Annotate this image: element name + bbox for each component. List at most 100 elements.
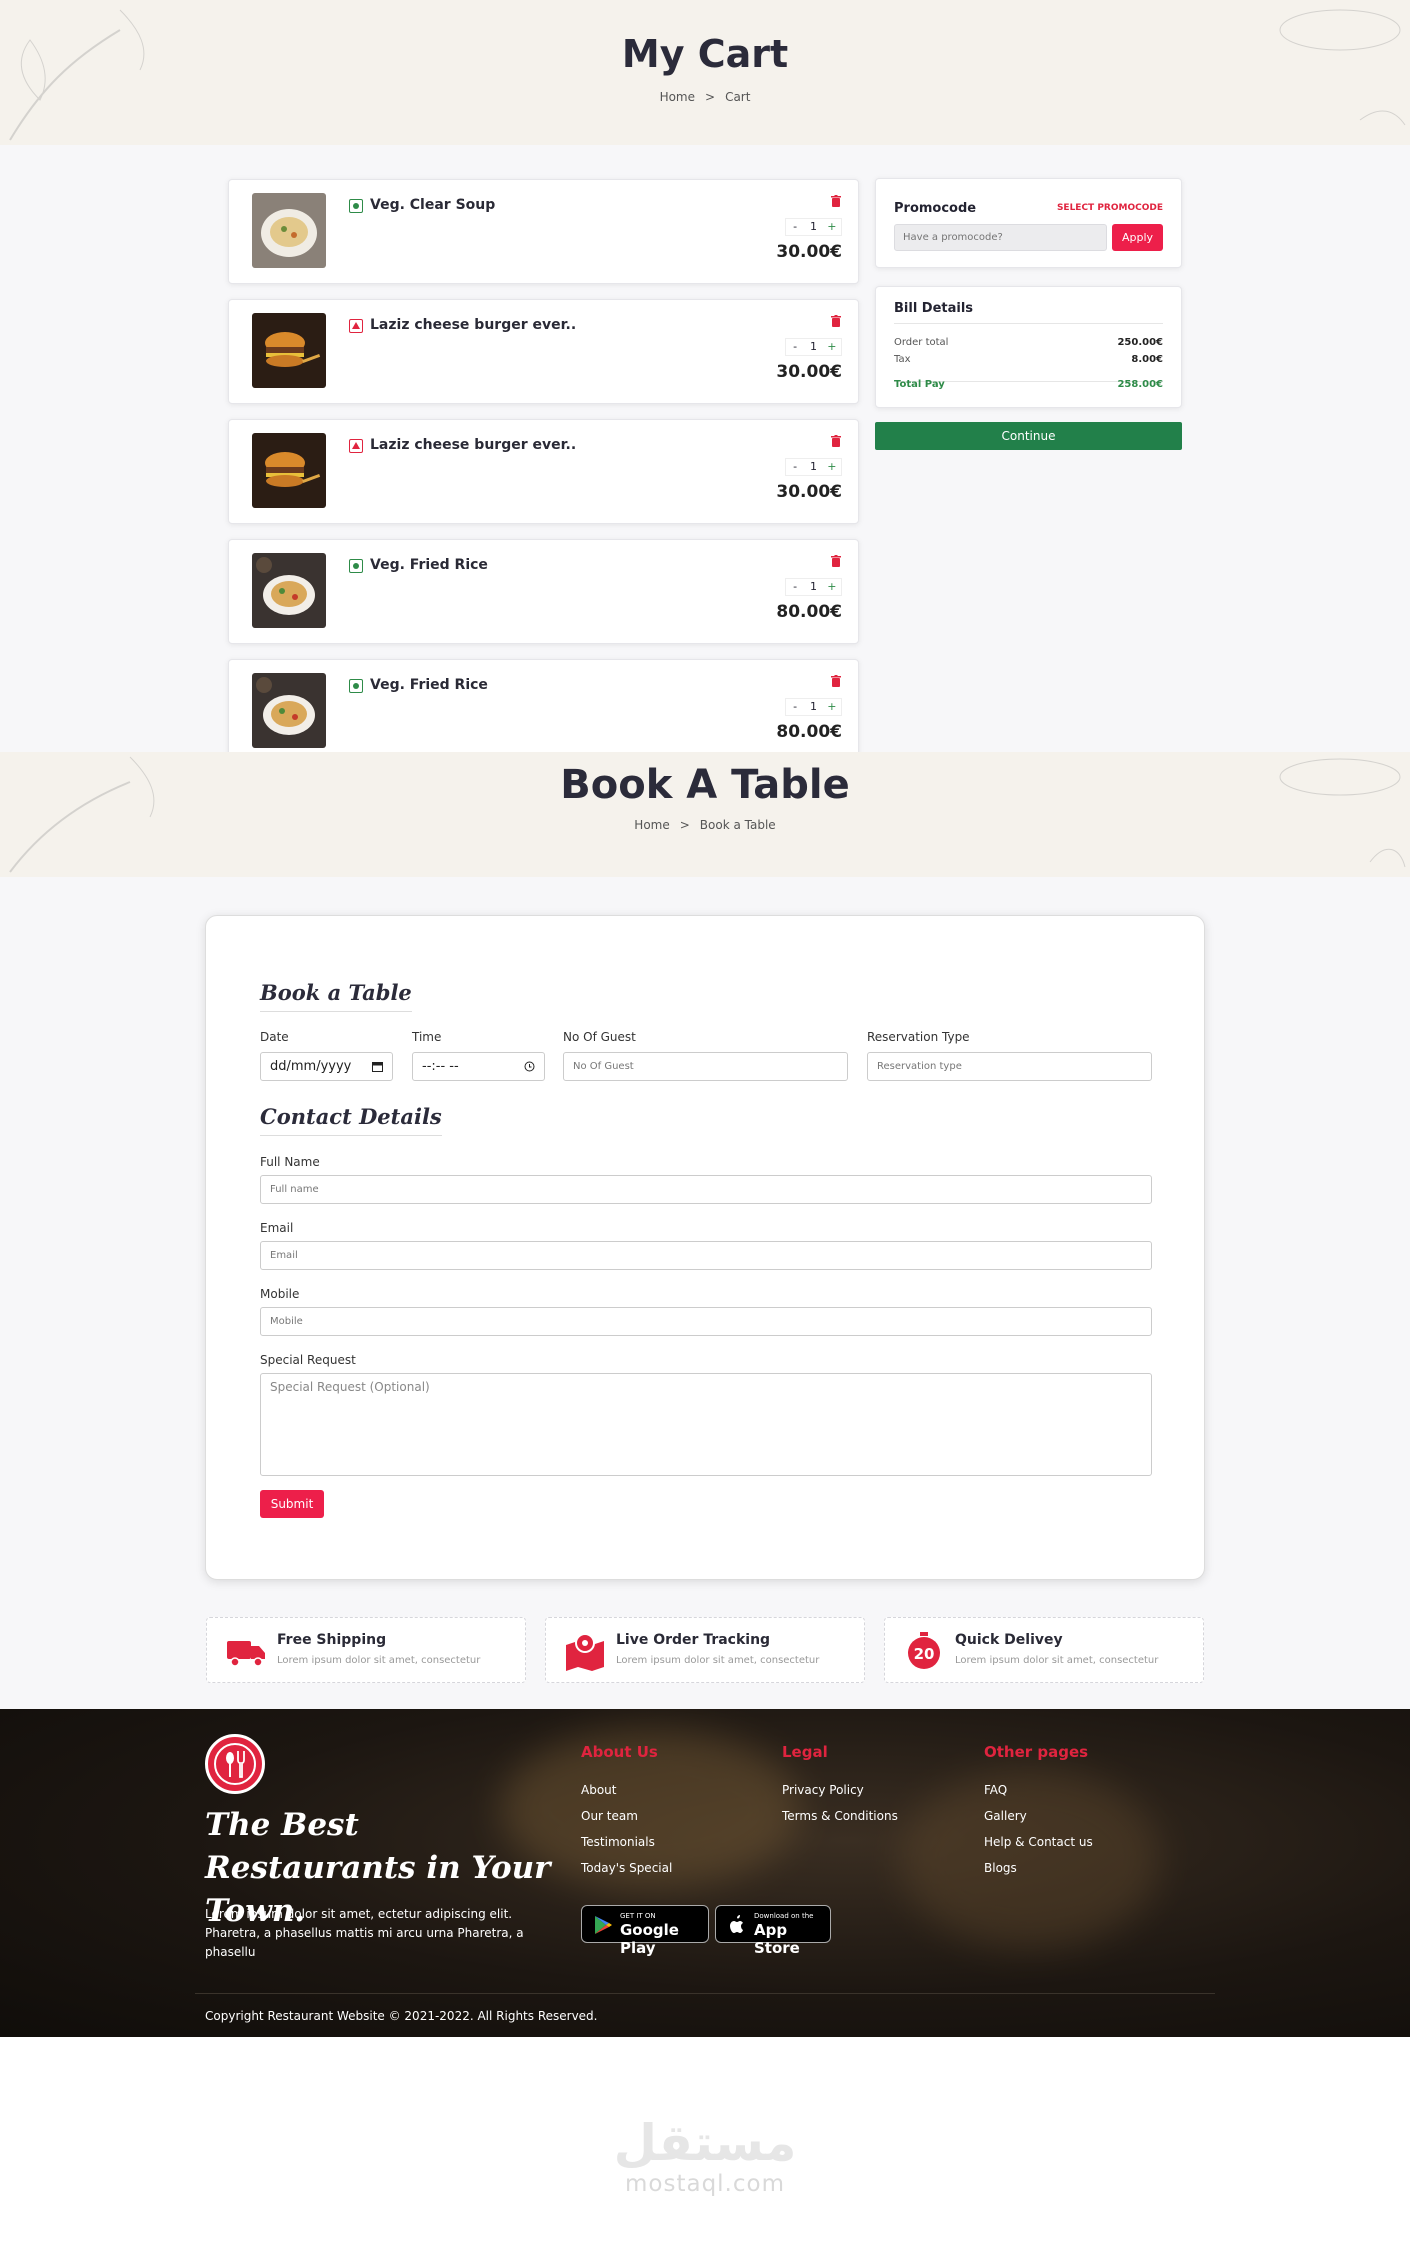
quantity-stepper: -1 +: [785, 698, 842, 716]
footer-divider: [195, 1993, 1215, 1994]
footer-link-help[interactable]: Help & Contact us: [984, 1835, 1093, 1849]
veg-icon: [349, 679, 363, 693]
quantity-value: 1: [809, 700, 817, 713]
footer-link-privacy[interactable]: Privacy Policy: [782, 1783, 898, 1797]
footer-text: Lorem ipsum dolor sit amet, ectetur adip…: [205, 1907, 524, 1959]
tax-value: 8.00€: [1131, 354, 1163, 365]
special-request-textarea[interactable]: Special Request (Optional): [260, 1373, 1152, 1476]
non-veg-icon: [349, 439, 363, 453]
feature-card: Live Order Tracking Lorem ipsum dolor si…: [545, 1617, 865, 1683]
promocode-input[interactable]: [894, 224, 1107, 251]
footer-link-faq[interactable]: FAQ: [984, 1783, 1093, 1797]
app-store-label: App Store: [754, 1921, 800, 1957]
page-title: Book A Table: [560, 762, 850, 808]
select-promocode-link[interactable]: SELECT PROMOCODE: [1057, 203, 1163, 213]
apple-icon: [730, 1915, 743, 1933]
full-name-input[interactable]: Full name: [260, 1175, 1152, 1204]
other-pages-column: Other pages FAQ Gallery Help & Contact u…: [984, 1743, 1093, 1887]
apply-button[interactable]: Apply: [1112, 224, 1163, 251]
trash-icon[interactable]: [831, 195, 841, 207]
cart-banner: My Cart Home > Cart: [0, 0, 1410, 145]
footer-link-blogs[interactable]: Blogs: [984, 1861, 1093, 1875]
timer-badge: 20: [914, 1645, 935, 1663]
total-pay-value: 258.00€: [1117, 379, 1163, 390]
item-price: 30.00€: [776, 482, 842, 502]
submit-button[interactable]: Submit: [260, 1490, 324, 1518]
continue-button[interactable]: Continue: [875, 422, 1182, 450]
mobile-label: Mobile: [260, 1287, 300, 1301]
cart-item: Veg. Clear Soup -1 + 30.00€: [228, 179, 859, 284]
breadcrumb-home[interactable]: Home: [660, 90, 695, 104]
quantity-stepper: -1 +: [785, 218, 842, 236]
map-pin-icon: [566, 1633, 604, 1671]
time-input[interactable]: --:-- --: [412, 1052, 545, 1081]
feature-desc: Lorem ipsum dolor sit amet, consectetur: [277, 1655, 481, 1666]
trash-icon[interactable]: [831, 315, 841, 327]
item-price: 80.00€: [776, 602, 842, 622]
divider: [894, 323, 1163, 324]
calendar-icon[interactable]: [372, 1061, 383, 1072]
breadcrumb-home[interactable]: Home: [634, 818, 669, 832]
order-total-label: Order total: [894, 337, 949, 348]
increment-button[interactable]: +: [823, 219, 841, 235]
app-store-small: Download on the: [754, 1912, 814, 1920]
promocode-card: Promocode SELECT PROMOCODE Apply: [875, 178, 1182, 268]
increment-button[interactable]: +: [823, 459, 841, 475]
increment-button[interactable]: +: [823, 579, 841, 595]
decrement-button[interactable]: -: [786, 219, 804, 235]
feature-desc: Lorem ipsum dolor sit amet, consectetur: [955, 1655, 1159, 1666]
other-pages-heading: Other pages: [984, 1743, 1089, 1761]
reservation-type-input[interactable]: Reservation type: [867, 1052, 1152, 1081]
date-input[interactable]: dd/mm/yyyy: [260, 1052, 393, 1081]
footer-link-gallery[interactable]: Gallery: [984, 1809, 1093, 1823]
order-total-row: Order total 250.00€: [894, 337, 1163, 348]
truck-icon: [227, 1641, 265, 1667]
decrement-button[interactable]: -: [786, 579, 804, 595]
time-value: --:-- --: [422, 1059, 459, 1074]
increment-button[interactable]: +: [823, 339, 841, 355]
increment-button[interactable]: +: [823, 699, 841, 715]
total-pay-row: Total Pay 258.00€: [894, 379, 1163, 390]
trash-icon[interactable]: [831, 555, 841, 567]
item-image: [252, 193, 326, 268]
watermark: مستقل mostaql.com: [0, 2115, 1410, 2197]
decrement-button[interactable]: -: [786, 459, 804, 475]
quantity-value: 1: [809, 460, 817, 473]
non-veg-icon: [349, 319, 363, 333]
cart-item: Veg. Fried Rice -1 + 80.00€: [228, 539, 859, 644]
veg-icon: [349, 199, 363, 213]
item-image: [252, 313, 326, 388]
trash-icon[interactable]: [831, 675, 841, 687]
feature-card: 20 Quick Delivey Lorem ipsum dolor sit a…: [884, 1617, 1204, 1683]
footer-link-todays-special[interactable]: Today's Special: [581, 1861, 672, 1875]
item-image: [252, 553, 326, 628]
decrement-button[interactable]: -: [786, 699, 804, 715]
footer-link-about[interactable]: About: [581, 1783, 672, 1797]
legal-column: Legal Privacy Policy Terms & Conditions: [782, 1743, 898, 1835]
app-store-button[interactable]: Download on the App Store: [715, 1905, 831, 1957]
mobile-input[interactable]: Mobile: [260, 1307, 1152, 1336]
cart-item: Laziz cheese burger ever.. -1 + 30.00€: [228, 419, 859, 524]
breadcrumb-current: Cart: [725, 90, 751, 104]
feature-title: Free Shipping: [277, 1632, 387, 1648]
google-play-button[interactable]: GET IT ON Google Play: [581, 1905, 709, 1957]
footer-link-our-team[interactable]: Our team: [581, 1809, 672, 1823]
quantity-stepper: -1 +: [785, 578, 842, 596]
decrement-button[interactable]: -: [786, 339, 804, 355]
guest-input[interactable]: No Of Guest: [563, 1052, 848, 1081]
cart-area: Veg. Clear Soup -1 + 30.00€ Laziz cheese …: [0, 145, 1410, 752]
copyright: Copyright Restaurant Website © 2021-2022…: [205, 2009, 598, 2023]
trash-icon[interactable]: [831, 435, 841, 447]
date-value: dd/mm/yyyy: [270, 1059, 352, 1074]
footer-link-terms[interactable]: Terms & Conditions: [782, 1809, 898, 1823]
item-name: Laziz cheese burger ever..: [370, 317, 577, 333]
item-price: 30.00€: [776, 242, 842, 262]
logo[interactable]: [205, 1734, 265, 1794]
item-image: [252, 673, 326, 748]
date-label: Date: [260, 1030, 289, 1044]
quantity-stepper: -1 +: [785, 458, 842, 476]
footer-link-testimonials[interactable]: Testimonials: [581, 1835, 672, 1849]
clock-icon[interactable]: [524, 1061, 535, 1072]
email-input[interactable]: Email: [260, 1241, 1152, 1270]
bill-details-card: Bill Details Order total 250.00€ Tax 8.00€…: [875, 286, 1182, 408]
